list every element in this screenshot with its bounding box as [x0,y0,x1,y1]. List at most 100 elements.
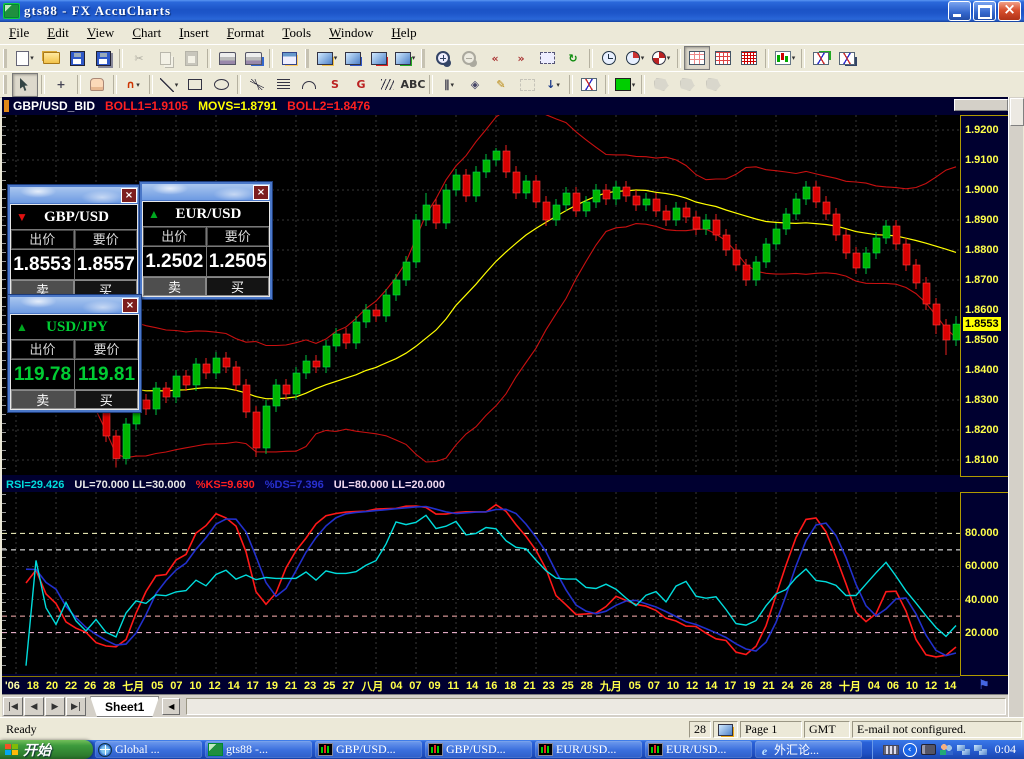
expand-button[interactable]: » [508,46,534,70]
buy-button[interactable]: 买 [206,277,269,296]
grid-style-3-button[interactable] [736,46,762,70]
start-button[interactable]: 开始 [0,740,93,759]
rectangle-tool[interactable] [182,73,208,97]
camera-icon[interactable] [921,744,936,755]
chart-horizontal-scrollbar[interactable] [954,99,1008,111]
taskbar-task-gts88[interactable]: gts88 -... [205,741,312,758]
close-icon[interactable]: × [121,188,137,203]
tab-scroll-button[interactable]: ◀ [162,698,180,715]
compress-button[interactable]: « [482,46,508,70]
quote-window-eurusd[interactable]: × ▲EUR/USD 出价要价 1.25021.2505 卖买 [139,181,273,300]
dropdown-arrow-icon[interactable]: ▾ [136,81,140,89]
print-preview-button[interactable] [240,46,266,70]
dropdown-arrow-icon[interactable]: ▾ [641,54,645,62]
taskbar-task-gbpusd[interactable]: GBP/USD... [425,741,532,758]
trendline-tool[interactable]: ▾ [156,73,182,97]
chart-settings-button[interactable] [808,46,834,70]
dropdown-arrow-icon[interactable]: ▾ [792,54,796,62]
anchor-tool[interactable]: ✎ [488,73,514,97]
sell-button[interactable]: 卖 [143,277,206,296]
open-chart-button[interactable]: ▾ [314,46,340,70]
quote-titlebar[interactable]: × [142,184,270,200]
chart-scan-button[interactable] [834,46,860,70]
close-button[interactable] [998,1,1021,21]
save-chart-button[interactable] [340,46,366,70]
speed-lines-tool[interactable]: S [322,73,348,97]
parallel-lines-tool[interactable] [374,73,400,97]
ellipse-tool[interactable] [208,73,234,97]
toolbar-grip[interactable] [421,49,425,68]
toolbar-grip[interactable] [305,49,309,68]
close-icon[interactable]: × [253,185,269,200]
taskbar-task-gbpusd[interactable]: GBP/USD... [315,741,422,758]
tick-period-button[interactable]: ▾ [648,46,674,70]
pointer-tool[interactable] [12,73,38,97]
users-icon[interactable] [940,744,953,755]
tab-sheet1[interactable]: Sheet1 [90,696,159,717]
taskbar-task-eurusd[interactable]: EUR/USD... [535,741,642,758]
print-button[interactable] [214,46,240,70]
save-button[interactable] [64,46,90,70]
language-bar-icon[interactable]: ‹ [903,743,917,757]
restore-button[interactable] [973,1,996,21]
daily-period-button[interactable] [596,46,622,70]
keyboard-icon[interactable] [883,745,899,755]
title-bar[interactable]: gts88 - FX AccuCharts [0,0,1024,22]
toolbar-grip[interactable] [3,49,7,68]
network-icon-2[interactable] [974,745,987,755]
menu-chart[interactable]: Chart [123,23,170,43]
dropdown-arrow-icon[interactable]: ▾ [175,81,179,89]
close-chart-button[interactable] [366,46,392,70]
sell-button[interactable]: 卖 [11,390,75,409]
menu-help[interactable]: Help [382,23,425,43]
chart-frame-button[interactable] [534,46,560,70]
menu-window[interactable]: Window [320,23,382,43]
save-all-button[interactable] [90,46,116,70]
menu-edit[interactable]: Edit [38,23,78,43]
vertical-scrollbar[interactable] [1008,97,1023,717]
grid-style-2-button[interactable] [710,46,736,70]
network-icon[interactable] [957,745,970,755]
dropdown-arrow-icon[interactable]: ▾ [30,54,34,62]
indicator-plot[interactable] [2,492,960,674]
taskbar-task-[interactable]: e外汇论... [755,741,862,758]
menu-tools[interactable]: Tools [273,23,320,43]
quote-window-gbpusd[interactable]: × ▼GBP/USD 出价要价 1.85531.8557 卖买 [7,184,141,303]
close-icon[interactable]: × [122,298,138,313]
toolbar-grip[interactable] [3,75,7,94]
next-sheet-button[interactable]: ▶ [45,697,65,716]
cycle-lines-tool[interactable]: ∥▾ [436,73,462,97]
buy-button[interactable]: 买 [75,390,139,409]
new-window-button[interactable] [276,46,302,70]
quote-titlebar[interactable]: × [10,297,139,313]
arrow-marker-tool[interactable]: ↓▾ [540,73,566,97]
menu-insert[interactable]: Insert [170,23,218,43]
fan-lines-tool[interactable] [244,73,270,97]
export-chart-button[interactable]: ▾ [392,46,418,70]
minimize-button[interactable] [948,1,971,21]
dropdown-arrow-icon[interactable]: ▾ [334,54,338,62]
fib-lines-tool[interactable] [270,73,296,97]
menu-view[interactable]: View [78,23,123,43]
move-tool[interactable]: ◈ [462,73,488,97]
dropdown-arrow-icon[interactable]: ▾ [412,54,416,62]
zoom-in-button[interactable] [430,46,456,70]
new-button[interactable]: ▾ [12,46,38,70]
refresh-button[interactable]: ↻ [560,46,586,70]
horizontal-scrollbar-track[interactable] [186,698,1006,715]
menu-file[interactable]: File [0,23,38,43]
text-tool[interactable]: ABC [400,73,426,97]
dropdown-arrow-icon[interactable]: ▾ [667,54,671,62]
vertical-scrollbar-thumb[interactable] [1010,98,1024,126]
chart-type-button[interactable]: ▾ [772,46,798,70]
menu-format[interactable]: Format [218,23,274,43]
hand-tool[interactable] [84,73,110,97]
dropdown-arrow-icon[interactable]: ▾ [632,81,636,89]
crosshair-tool[interactable]: + [48,73,74,97]
taskbar-task-eurusd[interactable]: EUR/USD... [645,741,752,758]
intraday-period-button[interactable]: ▾ [622,46,648,70]
dropdown-arrow-icon[interactable]: ▾ [450,81,454,89]
magnet-tool[interactable]: ∩▾ [120,73,146,97]
last-sheet-button[interactable]: ▶| [66,697,86,716]
apply-study-button[interactable] [576,73,602,97]
